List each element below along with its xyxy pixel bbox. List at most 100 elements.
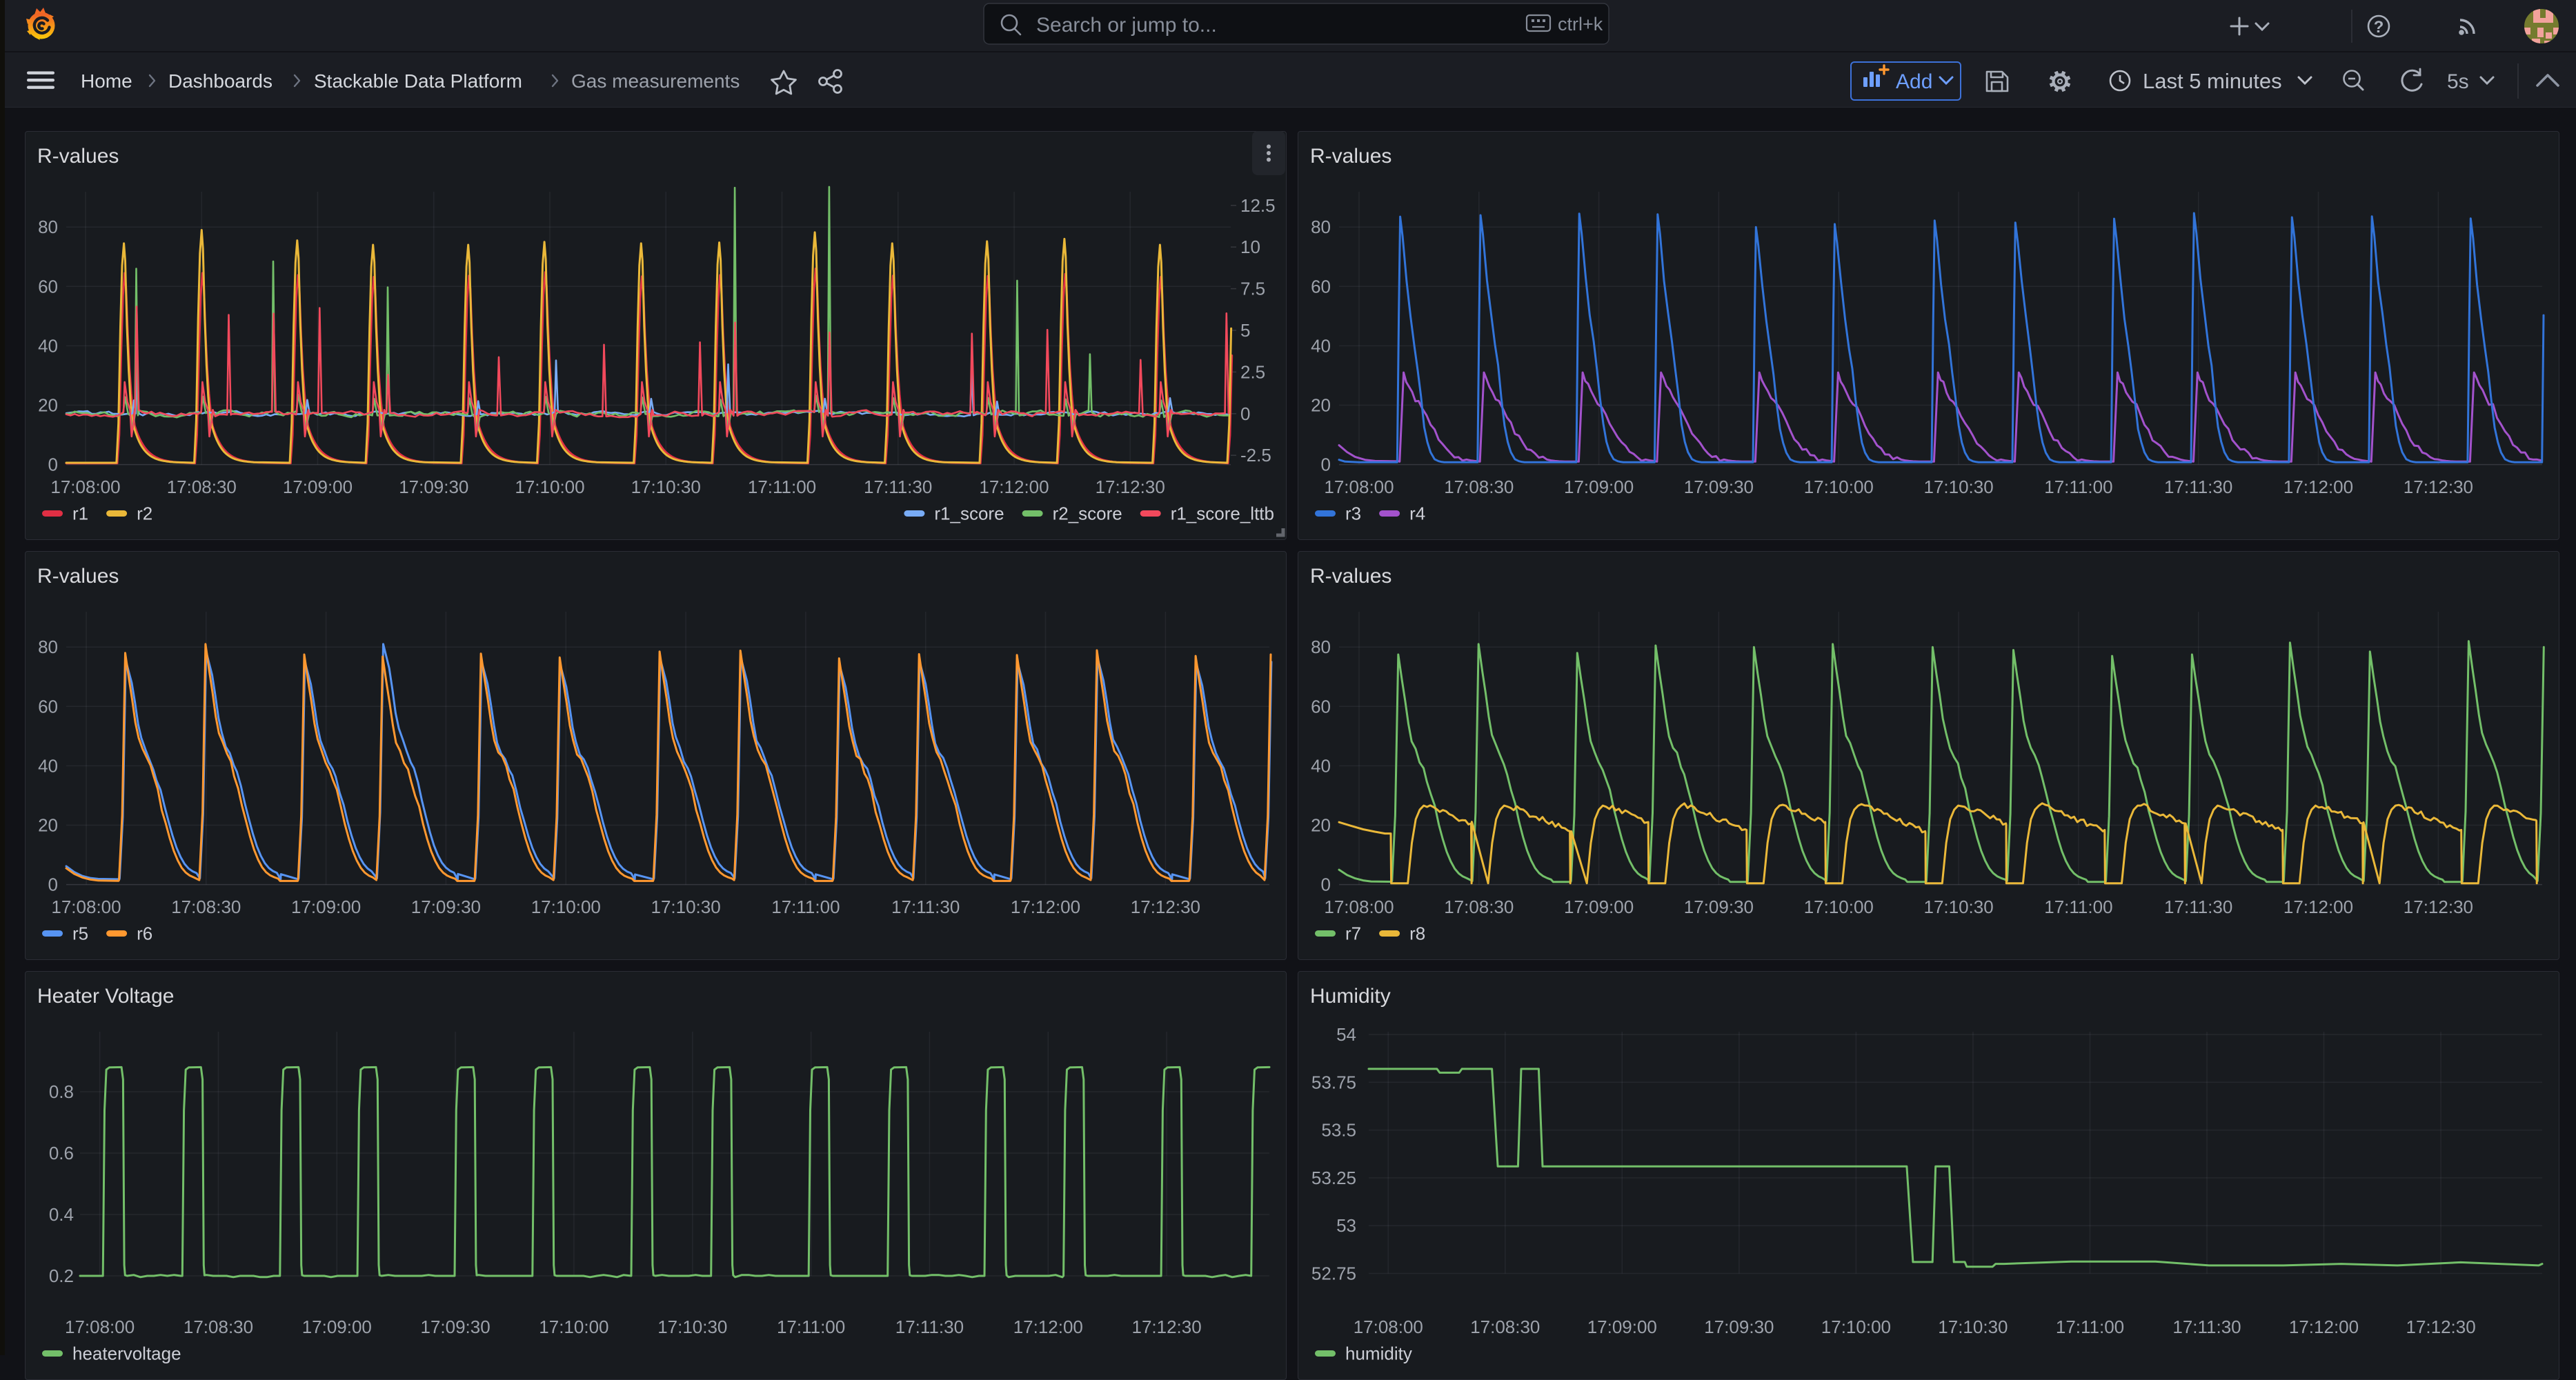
svg-text:17:08:00: 17:08:00 xyxy=(1324,477,1394,497)
svg-text:r7: r7 xyxy=(1345,923,1361,944)
svg-text:17:09:00: 17:09:00 xyxy=(1564,477,1634,497)
svg-text:53: 53 xyxy=(1336,1215,1356,1236)
svg-text:17:11:00: 17:11:00 xyxy=(777,1317,845,1337)
svg-text:5: 5 xyxy=(1240,320,1250,341)
svg-text:40: 40 xyxy=(1311,755,1331,776)
svg-text:Home: Home xyxy=(81,70,132,92)
svg-text:r2: r2 xyxy=(137,503,152,524)
svg-text:20: 20 xyxy=(1311,815,1331,836)
svg-text:r1_score: r1_score xyxy=(934,503,1004,524)
svg-text:17:09:30: 17:09:30 xyxy=(1684,897,1754,917)
svg-text:Last 5 minutes: Last 5 minutes xyxy=(2143,69,2282,93)
svg-text:17:10:00: 17:10:00 xyxy=(1804,477,1874,497)
svg-text:17:08:00: 17:08:00 xyxy=(1354,1317,1423,1337)
svg-text:0.8: 0.8 xyxy=(49,1081,74,1102)
svg-text:17:12:30: 17:12:30 xyxy=(2404,477,2473,497)
svg-text:17:08:00: 17:08:00 xyxy=(51,897,121,917)
svg-text:17:09:00: 17:09:00 xyxy=(291,897,361,917)
svg-text:r4: r4 xyxy=(1409,503,1425,524)
svg-text:R-values: R-values xyxy=(1310,145,1391,168)
svg-text:17:08:30: 17:08:30 xyxy=(1444,897,1514,917)
svg-text:17:08:30: 17:08:30 xyxy=(1444,477,1514,497)
svg-text:17:11:30: 17:11:30 xyxy=(895,1317,964,1337)
svg-text:17:08:30: 17:08:30 xyxy=(1470,1317,1540,1337)
svg-text:-2.5: -2.5 xyxy=(1240,445,1271,466)
svg-text:53.25: 53.25 xyxy=(1311,1168,1356,1188)
svg-text:17:09:00: 17:09:00 xyxy=(1587,1317,1657,1337)
svg-text:humidity: humidity xyxy=(1345,1343,1412,1364)
svg-text:80: 80 xyxy=(1311,637,1331,657)
svg-text:17:10:30: 17:10:30 xyxy=(1923,477,1993,497)
svg-text:54: 54 xyxy=(1336,1024,1356,1045)
svg-text:17:09:30: 17:09:30 xyxy=(1704,1317,1774,1337)
svg-text:0: 0 xyxy=(1321,874,1331,895)
svg-text:20: 20 xyxy=(38,395,58,416)
svg-text:0: 0 xyxy=(48,454,58,475)
svg-text:ctrl+k: ctrl+k xyxy=(1558,14,1603,34)
svg-text:5s: 5s xyxy=(2447,70,2469,93)
svg-text:Dashboards: Dashboards xyxy=(168,70,273,92)
svg-text:17:10:00: 17:10:00 xyxy=(531,897,601,917)
svg-text:r3: r3 xyxy=(1345,503,1361,524)
svg-text:heatervoltage: heatervoltage xyxy=(72,1343,181,1364)
svg-text:17:10:00: 17:10:00 xyxy=(1804,897,1874,917)
svg-text:?: ? xyxy=(2374,18,2384,37)
svg-text:40: 40 xyxy=(38,755,58,776)
svg-text:7.5: 7.5 xyxy=(1240,279,1265,299)
svg-text:53.5: 53.5 xyxy=(1321,1120,1356,1141)
svg-text:60: 60 xyxy=(1311,276,1331,297)
svg-text:17:12:30: 17:12:30 xyxy=(1096,477,1165,497)
svg-text:17:09:30: 17:09:30 xyxy=(1684,477,1754,497)
svg-text:17:12:30: 17:12:30 xyxy=(2404,897,2473,917)
svg-text:r6: r6 xyxy=(137,923,152,944)
svg-text:17:11:00: 17:11:00 xyxy=(2044,477,2112,497)
svg-text:20: 20 xyxy=(38,815,58,836)
svg-text:0.6: 0.6 xyxy=(49,1143,74,1163)
svg-text:17:11:30: 17:11:30 xyxy=(864,477,932,497)
svg-text:Add: Add xyxy=(1896,70,1932,93)
svg-text:R-values: R-values xyxy=(37,565,119,588)
svg-text:52.75: 52.75 xyxy=(1311,1263,1356,1284)
svg-text:17:12:00: 17:12:00 xyxy=(2283,897,2353,917)
svg-text:17:11:30: 17:11:30 xyxy=(891,897,960,917)
svg-text:17:12:30: 17:12:30 xyxy=(1131,897,1200,917)
svg-text:17:11:30: 17:11:30 xyxy=(2172,1317,2241,1337)
svg-text:17:12:30: 17:12:30 xyxy=(2406,1317,2475,1337)
svg-text:r8: r8 xyxy=(1409,923,1425,944)
svg-text:17:08:00: 17:08:00 xyxy=(1324,897,1394,917)
svg-text:17:12:00: 17:12:00 xyxy=(2289,1317,2359,1337)
svg-text:Stackable Data Platform: Stackable Data Platform xyxy=(314,70,522,92)
svg-text:Humidity: Humidity xyxy=(1310,985,1391,1008)
svg-text:17:12:00: 17:12:00 xyxy=(979,477,1049,497)
svg-text:12.5: 12.5 xyxy=(1240,195,1276,216)
svg-text:20: 20 xyxy=(1311,395,1331,416)
svg-text:17:09:00: 17:09:00 xyxy=(283,477,353,497)
svg-text:60: 60 xyxy=(1311,696,1331,717)
svg-text:80: 80 xyxy=(38,637,58,657)
svg-text:17:09:00: 17:09:00 xyxy=(302,1317,372,1337)
svg-text:60: 60 xyxy=(38,696,58,717)
svg-text:40: 40 xyxy=(1311,335,1331,356)
svg-text:17:11:30: 17:11:30 xyxy=(2164,897,2232,917)
svg-text:17:11:00: 17:11:00 xyxy=(748,477,816,497)
svg-text:17:10:00: 17:10:00 xyxy=(1821,1317,1891,1337)
svg-text:17:12:00: 17:12:00 xyxy=(1011,897,1080,917)
svg-text:60: 60 xyxy=(38,276,58,297)
svg-text:17:10:30: 17:10:30 xyxy=(1938,1317,2008,1337)
svg-text:17:08:00: 17:08:00 xyxy=(50,477,120,497)
svg-text:0: 0 xyxy=(1240,403,1250,424)
svg-text:17:10:00: 17:10:00 xyxy=(539,1317,608,1337)
svg-text:r5: r5 xyxy=(72,923,88,944)
svg-text:Gas measurements: Gas measurements xyxy=(571,70,740,92)
svg-text:r1_score_lttb: r1_score_lttb xyxy=(1171,503,1274,524)
svg-text:17:09:00: 17:09:00 xyxy=(1564,897,1634,917)
svg-text:17:11:00: 17:11:00 xyxy=(771,897,840,917)
svg-text:17:11:30: 17:11:30 xyxy=(2164,477,2232,497)
svg-text:17:08:30: 17:08:30 xyxy=(167,477,237,497)
svg-text:R-values: R-values xyxy=(1310,565,1391,588)
svg-text:17:09:30: 17:09:30 xyxy=(399,477,468,497)
svg-text:17:11:00: 17:11:00 xyxy=(2056,1317,2124,1337)
svg-text:0.4: 0.4 xyxy=(49,1204,74,1225)
svg-text:0.2: 0.2 xyxy=(49,1266,74,1286)
svg-text:17:09:30: 17:09:30 xyxy=(411,897,481,917)
